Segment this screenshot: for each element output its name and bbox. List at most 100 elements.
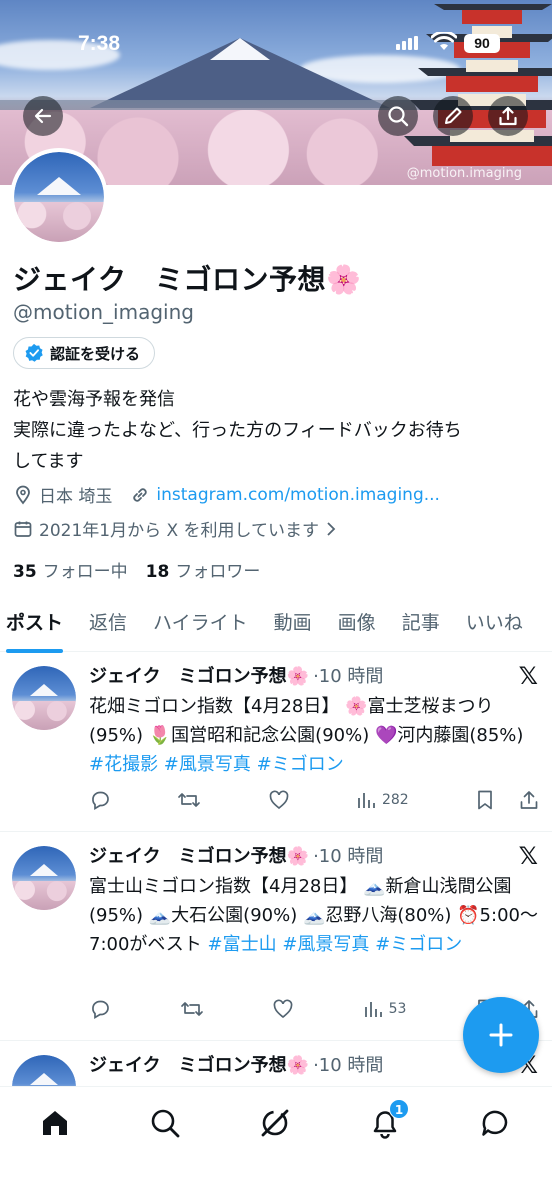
heart-icon	[273, 999, 293, 1019]
views-count: 53	[388, 1001, 407, 1017]
repost-icon	[180, 1002, 203, 1016]
share-icon	[499, 106, 517, 126]
message-icon	[482, 1110, 508, 1136]
tab-likes[interactable]: いいね	[466, 600, 523, 652]
pencil-icon	[445, 107, 462, 124]
profile-location: 日本 埼玉	[39, 487, 113, 507]
calendar-icon	[14, 521, 32, 537]
battery-indicator: 90	[464, 34, 500, 53]
repost-button[interactable]	[177, 789, 201, 811]
nav-home[interactable]	[37, 1105, 73, 1141]
tweet-time: ·10 時間	[313, 1055, 384, 1076]
follow-counts: 35 フォロー中 18 フォロワー	[13, 557, 260, 582]
get-verified-button[interactable]: 認証を受ける	[13, 337, 156, 369]
profile-bio: 花や雲海予報を発信 実際に違ったよなど、行った方のフィードバックお待ち してます	[13, 384, 538, 477]
followers-count: 18	[145, 562, 170, 582]
following-label: フォロー中	[42, 562, 128, 582]
views-button[interactable]: 282	[356, 790, 409, 810]
profile-website-link[interactable]: instagram.com/motion.imaging...	[156, 485, 440, 505]
search-button[interactable]	[378, 96, 418, 136]
reply-button[interactable]	[89, 789, 111, 811]
tweet-hashtags[interactable]: #富士山 #風景写真 #ミゴロン	[208, 934, 463, 955]
notification-badge: 1	[389, 1099, 409, 1119]
edit-button[interactable]	[433, 96, 473, 136]
tweet-text: 富士山ミゴロン指数【4月28日】 🗻新倉山浅間公園(95%) 🗻大石公園(90%…	[89, 872, 539, 959]
analytics-icon	[358, 793, 375, 808]
tab-videos[interactable]: 動画	[274, 600, 312, 652]
x-logo-icon: 𝕏	[518, 842, 538, 870]
location-pin-icon	[16, 485, 30, 504]
link-icon	[133, 487, 148, 502]
profile-meta: 日本 埼玉 instagram.com/motion.imaging...	[13, 482, 440, 507]
bio-line: 実際に違ったよなど、行った方のフィードバックお待ち	[13, 420, 462, 441]
profile-tabs: ポスト 返信 ハイライト 動画 画像 記事 いいね	[0, 600, 552, 653]
following-count: 35	[13, 562, 37, 582]
followers-label: フォロワー	[175, 562, 261, 582]
followers-link[interactable]: 18 フォロワー	[146, 557, 261, 582]
tweet-text: 花畑ミゴロン指数【4月28日】 🌸富士芝桜まつり(95%) 🌷国営昭和記念公園(…	[89, 692, 539, 779]
tweet-author[interactable]: ジェイク ミゴロン予想🌸	[89, 1051, 309, 1077]
bookmark-icon[interactable]	[475, 789, 495, 811]
following-link[interactable]: 35 フォロー中	[13, 557, 128, 582]
tweet-author[interactable]: ジェイク ミゴロン予想🌸	[89, 842, 309, 868]
tweet-actions: 282	[89, 789, 539, 811]
bio-line: 花や雲海予報を発信	[13, 389, 175, 410]
compose-post-button[interactable]	[463, 997, 539, 1073]
grok-icon	[261, 1109, 289, 1137]
tab-highlights[interactable]: ハイライト	[153, 600, 248, 652]
like-button[interactable]	[268, 789, 290, 811]
profile-avatar[interactable]	[10, 148, 108, 246]
joined-date-row[interactable]: 2021年1月から X を利用しています	[13, 516, 337, 541]
bottom-navigation: 1	[0, 1086, 552, 1200]
get-verified-label: 認証を受ける	[50, 344, 141, 363]
chevron-right-icon	[327, 521, 336, 536]
tab-media[interactable]: 画像	[338, 600, 376, 652]
tweet-avatar[interactable]	[12, 666, 76, 730]
views-count: 282	[381, 792, 409, 808]
nav-messages[interactable]	[477, 1105, 513, 1141]
tab-articles[interactable]: 記事	[402, 600, 440, 652]
reply-icon	[92, 791, 109, 811]
heart-icon	[269, 790, 288, 810]
bio-line: してます	[13, 451, 84, 472]
like-button[interactable]	[272, 998, 294, 1020]
tweet-avatar[interactable]	[12, 846, 76, 910]
status-time: 7:38	[78, 32, 121, 55]
wifi-icon	[431, 32, 457, 50]
back-button[interactable]	[23, 96, 63, 136]
repost-icon	[178, 793, 201, 807]
x-logo-icon: 𝕏	[518, 662, 538, 690]
nav-notifications[interactable]: 1	[367, 1099, 409, 1141]
tweet-body: 花畑ミゴロン指数【4月28日】 🌸富士芝桜まつり(95%) 🌷国営昭和記念公園(…	[89, 696, 524, 746]
pagoda-illustration	[404, 4, 552, 166]
nav-explore[interactable]	[147, 1105, 183, 1141]
reply-button[interactable]	[89, 998, 111, 1020]
plus-icon	[489, 1023, 513, 1047]
tweet[interactable]: ジェイク ミゴロン予想🌸 ·10 時間 𝕏 富士山ミゴロン指数【4月28日】 🗻新…	[0, 832, 552, 1041]
tab-replies[interactable]: 返信	[89, 600, 127, 652]
analytics-icon	[364, 1002, 382, 1017]
status-bar: 7:38 90	[0, 30, 552, 58]
home-icon	[43, 1111, 67, 1135]
search-icon	[151, 1109, 180, 1138]
repost-button[interactable]	[180, 998, 204, 1020]
reply-icon	[92, 1000, 109, 1020]
cellular-signal-icon	[396, 36, 418, 50]
tweet-author[interactable]: ジェイク ミゴロン予想🌸	[89, 662, 309, 688]
arrow-left-icon	[34, 108, 52, 124]
tweet-time: ·10 時間	[313, 666, 384, 687]
banner-watermark: @motion.imaging	[406, 166, 522, 181]
profile-name: ジェイク ミゴロン予想🌸	[13, 263, 362, 296]
tweet[interactable]: ジェイク ミゴロン予想🌸 ·10 時間 𝕏 花畑ミゴロン指数【4月28日】 🌸富士…	[0, 652, 552, 832]
share-icon[interactable]	[519, 789, 539, 811]
tweet-hashtags[interactable]: #花撮影 #風景写真 #ミゴロン	[89, 754, 344, 775]
nav-grok[interactable]	[257, 1105, 293, 1141]
search-icon	[388, 106, 409, 127]
verified-badge-icon	[25, 343, 43, 362]
share-button[interactable]	[488, 96, 528, 136]
profile-handle: @motion_imaging	[13, 300, 194, 324]
tab-posts[interactable]: ポスト	[6, 600, 64, 653]
joined-date: 2021年1月から X を利用しています	[39, 521, 320, 541]
tweet-time: ·10 時間	[313, 846, 384, 867]
views-button[interactable]: 53	[363, 999, 407, 1019]
